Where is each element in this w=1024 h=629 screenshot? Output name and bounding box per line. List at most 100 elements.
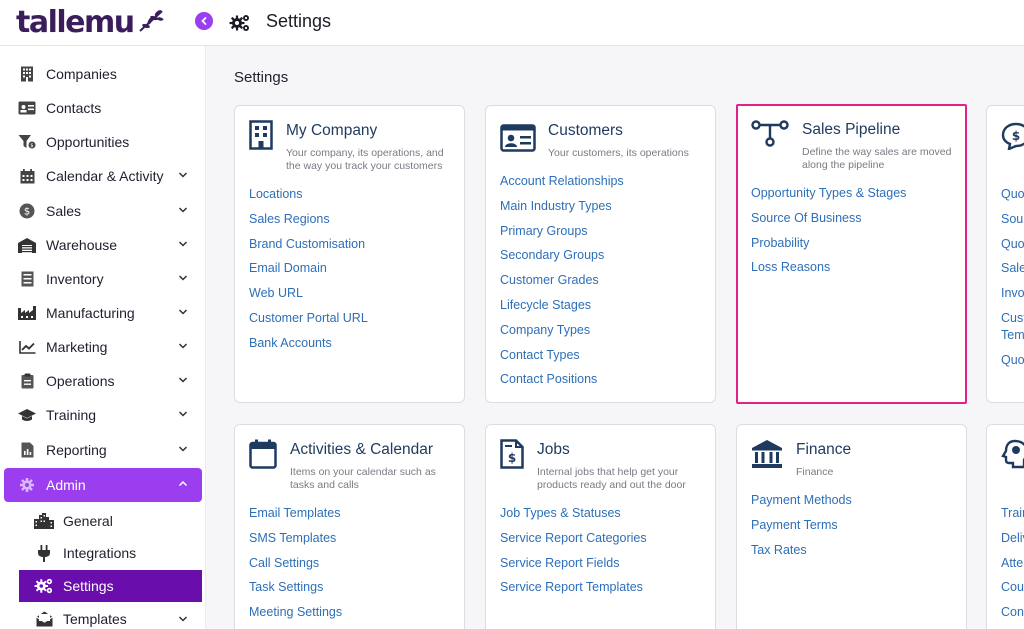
dollar-coin-icon: $ (18, 202, 36, 220)
sidebar-item-contacts[interactable]: Contacts (4, 91, 202, 125)
link-brand-customisation[interactable]: Brand Customisation (249, 236, 368, 261)
link-sms-templates[interactable]: SMS Templates (249, 530, 342, 555)
graduation-cap-icon (18, 406, 36, 424)
link-payment-methods[interactable]: Payment Methods (751, 492, 852, 517)
sidebar-subitem-integrations[interactable]: Integrations (19, 537, 202, 569)
sidebar-item-calendar-activity[interactable]: Calendar & Activity (4, 159, 202, 193)
sidebar-subitem-label: General (63, 513, 113, 529)
sidebar-item-sales[interactable]: $ Sales (4, 194, 202, 228)
sidebar-subitem-templates[interactable]: Templates (19, 603, 202, 629)
link-attendance[interactable]: Atte (1001, 555, 1024, 580)
link-tax-rates[interactable]: Tax Rates (751, 542, 852, 567)
page-title: Settings (266, 11, 332, 31)
link-account-relationships[interactable]: Account Relationships (500, 173, 624, 198)
link-probability[interactable]: Probability (751, 235, 906, 260)
head-brain-icon (1001, 439, 1024, 469)
factory-icon (18, 304, 36, 322)
trend-chart-icon (18, 338, 36, 356)
card-title: Activities & Calendar (290, 441, 434, 458)
city-icon (34, 512, 54, 530)
chevron-down-icon (178, 411, 188, 417)
sidebar-item-marketing[interactable]: Marketing (4, 330, 202, 364)
link-contacts[interactable]: Cont (1001, 604, 1024, 629)
link-templates[interactable]: Tem (1001, 327, 1024, 352)
link-sources[interactable]: Sour (1001, 211, 1024, 236)
link-meeting-settings[interactable]: Meeting Settings (249, 604, 342, 629)
link-main-industry-types[interactable]: Main Industry Types (500, 198, 624, 223)
link-customer-grades[interactable]: Customer Grades (500, 272, 624, 297)
link-sales[interactable]: Sales (1001, 260, 1024, 285)
sidebar-subitem-label: Integrations (63, 545, 137, 561)
chevron-up-icon (178, 480, 188, 487)
link-source-of-business[interactable]: Source Of Business (751, 210, 906, 235)
sidebar-item-training[interactable]: Training (4, 398, 202, 432)
report-icon (18, 441, 36, 459)
link-customer[interactable]: Cust (1001, 310, 1024, 327)
link-contact-positions[interactable]: Contact Positions (500, 371, 624, 396)
link-customer-portal-url[interactable]: Customer Portal URL (249, 310, 368, 335)
chevron-down-icon (178, 172, 188, 178)
link-contact-types[interactable]: Contact Types (500, 347, 624, 372)
chevron-down-icon (178, 241, 188, 247)
chevron-down-icon (178, 446, 188, 452)
link-email-domain[interactable]: Email Domain (249, 260, 368, 285)
link-company-types[interactable]: Company Types (500, 322, 624, 347)
gear-icon (18, 476, 36, 494)
logo-text: tallemu (16, 4, 135, 40)
sidebar-item-reporting[interactable]: Reporting (4, 433, 202, 467)
link-payment-terms[interactable]: Payment Terms (751, 517, 852, 542)
link-bank-accounts[interactable]: Bank Accounts (249, 335, 368, 360)
sidebar-item-admin[interactable]: Admin (4, 468, 202, 502)
card-my-company: My Company Your company, its operations,… (234, 105, 465, 403)
warehouse-icon (18, 236, 36, 254)
card-title: My Company (286, 122, 378, 139)
link-job-types-statuses[interactable]: Job Types & Statuses (500, 505, 647, 530)
link-quotes[interactable]: Quo (1001, 186, 1024, 211)
link-primary-groups[interactable]: Primary Groups (500, 223, 624, 248)
sidebar-item-companies[interactable]: Companies (4, 57, 202, 91)
link-loss-reasons[interactable]: Loss Reasons (751, 259, 906, 284)
logo[interactable]: tallemu (16, 4, 166, 40)
link-invoices[interactable]: Invo (1001, 285, 1024, 310)
link-task-settings[interactable]: Task Settings (249, 579, 342, 604)
sidebar-subitem-general[interactable]: General (19, 505, 202, 537)
sidebar-item-opportunities[interactable]: $ Opportunities (4, 125, 202, 159)
link-web-url[interactable]: Web URL (249, 285, 368, 310)
sidebar-item-label: Operations (46, 373, 115, 389)
sidebar-item-label: Companies (46, 66, 117, 82)
gears-icon (229, 15, 249, 31)
invoice-dollar-icon: $ (500, 439, 524, 469)
sidebar-subitem-label: Templates (63, 611, 127, 627)
card-description: Define the way sales are moved along the… (802, 146, 952, 171)
link-service-report-categories[interactable]: Service Report Categories (500, 530, 647, 555)
collapse-sidebar-button[interactable] (195, 12, 213, 30)
link-opportunity-types-stages[interactable]: Opportunity Types & Stages (751, 185, 906, 210)
link-lifecycle-stages[interactable]: Lifecycle Stages (500, 297, 624, 322)
main-content: Settings My Company Your company, its op… (206, 46, 1024, 629)
link-email-templates[interactable]: Email Templates (249, 505, 342, 530)
sidebar-item-operations[interactable]: Operations (4, 364, 202, 398)
link-delivery[interactable]: Deliv (1001, 530, 1024, 555)
link-sales-regions[interactable]: Sales Regions (249, 211, 368, 236)
link-courses[interactable]: Cour (1001, 579, 1024, 604)
card-description: Your customers, its operations (548, 147, 689, 159)
sidebar-subitem-settings[interactable]: Settings (19, 570, 202, 602)
gears-icon (34, 577, 54, 595)
link-training[interactable]: Trair (1001, 505, 1024, 530)
sidebar-item-warehouse[interactable]: Warehouse (4, 228, 202, 262)
card-title: Customers (548, 122, 623, 139)
link-service-report-templates[interactable]: Service Report Templates (500, 579, 647, 604)
link-call-settings[interactable]: Call Settings (249, 555, 342, 580)
card-quotes-partial: $ Quo Sour Quo Sales Invo Cust Tem Quo (986, 105, 1024, 403)
sidebar-item-manufacturing[interactable]: Manufacturing (4, 296, 202, 330)
link-quotes-2[interactable]: Quo (1001, 236, 1024, 261)
sidebar-item-label: Contacts (46, 100, 102, 116)
card-title: Sales Pipeline (802, 121, 901, 138)
card-description: Items on your calendar such as tasks and… (290, 466, 436, 491)
link-locations[interactable]: Locations (249, 186, 368, 211)
link-quotes-3[interactable]: Quo (1001, 352, 1024, 377)
link-secondary-groups[interactable]: Secondary Groups (500, 247, 624, 272)
sidebar-item-inventory[interactable]: Inventory (4, 262, 202, 296)
id-card-icon (500, 124, 536, 152)
link-service-report-fields[interactable]: Service Report Fields (500, 555, 647, 580)
